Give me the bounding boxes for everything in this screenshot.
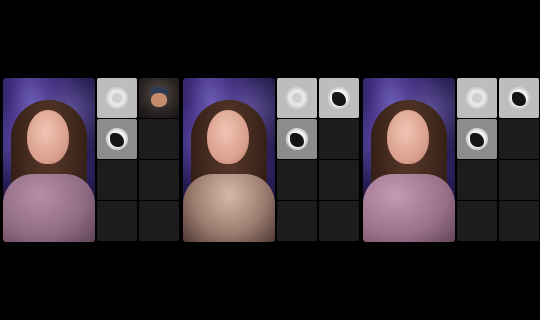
default-avatar-icon <box>106 87 128 109</box>
profile-avatar-icon <box>466 128 488 150</box>
empty-slot[interactable] <box>97 201 137 241</box>
guest-slot-2[interactable] <box>139 78 179 118</box>
host-video[interactable] <box>3 78 95 242</box>
guest-video <box>139 78 179 118</box>
host-video[interactable] <box>183 78 275 242</box>
empty-slot[interactable] <box>139 119 179 159</box>
guest-slot-1[interactable] <box>97 78 137 118</box>
empty-slot[interactable] <box>97 160 137 200</box>
empty-slot[interactable] <box>277 160 317 200</box>
empty-slot[interactable] <box>457 160 497 200</box>
guest-slot-2[interactable] <box>499 78 539 118</box>
guest-grid <box>277 78 359 242</box>
guest-slot-1[interactable] <box>457 78 497 118</box>
guest-slot-2[interactable] <box>319 78 359 118</box>
default-avatar-icon <box>466 87 488 109</box>
profile-avatar-icon <box>328 87 350 109</box>
empty-slot[interactable] <box>139 160 179 200</box>
empty-slot[interactable] <box>319 201 359 241</box>
empty-slot[interactable] <box>319 119 359 159</box>
host-face <box>387 110 429 164</box>
host-face <box>207 110 249 164</box>
guest-slot-1[interactable] <box>277 78 317 118</box>
profile-avatar-icon <box>286 128 308 150</box>
guest-grid <box>457 78 539 242</box>
profile-avatar-icon <box>508 87 530 109</box>
live-multi-guest-screen <box>0 0 540 320</box>
host-video[interactable] <box>363 78 455 242</box>
host-body <box>363 174 455 242</box>
empty-slot[interactable] <box>457 201 497 241</box>
host-body <box>3 174 95 242</box>
guest-face <box>151 93 167 107</box>
empty-slot[interactable] <box>319 160 359 200</box>
live-view-panel-3 <box>363 78 539 242</box>
host-body <box>183 174 275 242</box>
guest-slot-3[interactable] <box>97 119 137 159</box>
default-avatar-icon <box>286 87 308 109</box>
profile-avatar-icon <box>106 128 128 150</box>
live-view-panel-2 <box>183 78 359 242</box>
empty-slot[interactable] <box>499 160 539 200</box>
empty-slot[interactable] <box>277 201 317 241</box>
host-face <box>27 110 69 164</box>
guest-slot-3[interactable] <box>277 119 317 159</box>
empty-slot[interactable] <box>499 201 539 241</box>
guest-slot-3[interactable] <box>457 119 497 159</box>
empty-slot[interactable] <box>499 119 539 159</box>
guest-grid <box>97 78 179 242</box>
live-view-panel-1 <box>3 78 179 242</box>
empty-slot[interactable] <box>139 201 179 241</box>
